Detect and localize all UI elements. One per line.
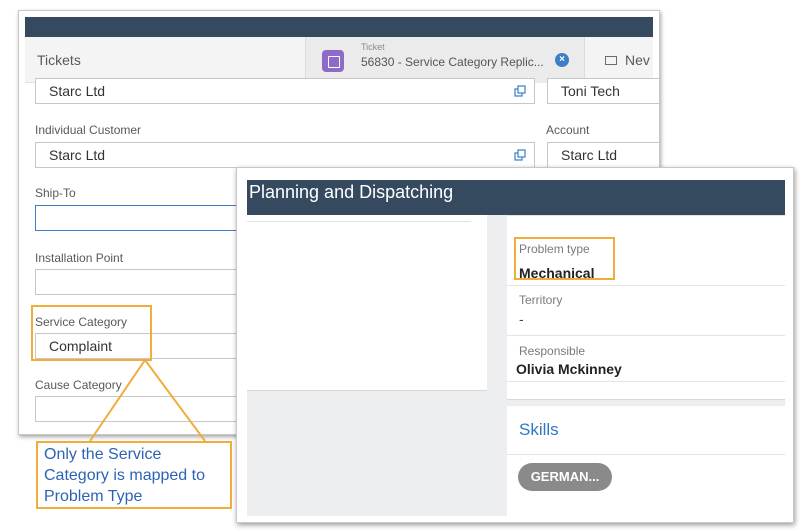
tab-title: 56830 - Service Category Replic... xyxy=(361,55,544,69)
responsible-label: Responsible xyxy=(519,344,586,358)
tab-new-label: Nev xyxy=(625,52,650,68)
grid-icon xyxy=(605,55,617,65)
shell-header-bar xyxy=(25,17,653,37)
ticket-icon xyxy=(322,50,344,72)
divider xyxy=(247,221,471,222)
skills-title: Skills xyxy=(519,420,559,439)
contact-value: Toni Tech xyxy=(561,83,620,99)
left-panel xyxy=(247,215,487,391)
territory-label: Territory xyxy=(519,293,563,307)
customer-value: Starc Ltd xyxy=(49,83,106,99)
account-value: Starc Ltd xyxy=(561,147,618,163)
cause-category-label: Cause Category xyxy=(35,378,122,392)
individual-customer-value: Starc Ltd xyxy=(49,147,106,163)
divider xyxy=(507,215,785,216)
account-label: Account xyxy=(546,123,590,137)
planning-dispatching-window: Planning and Dispatching Problem type Me… xyxy=(236,167,794,523)
divider xyxy=(507,454,785,455)
problem-type-highlight xyxy=(514,237,615,280)
tab-tickets[interactable]: Tickets xyxy=(37,37,81,83)
open-link-icon[interactable] xyxy=(514,149,526,161)
open-link-icon[interactable] xyxy=(514,85,526,97)
close-icon[interactable]: × xyxy=(555,53,569,67)
account-field[interactable]: Starc Ltd xyxy=(547,142,659,168)
service-category-highlight xyxy=(31,305,152,361)
individual-customer-field[interactable]: Starc Ltd xyxy=(35,142,535,168)
skill-pill[interactable]: GERMAN... xyxy=(518,463,612,491)
tab-new[interactable]: Nev xyxy=(605,37,650,83)
territory-value: - xyxy=(519,311,524,327)
skills-card: Skills GERMAN... xyxy=(507,406,785,516)
responsible-value[interactable]: Olivia Mckinney xyxy=(516,361,622,377)
divider xyxy=(507,381,785,382)
ship-to-label: Ship-To xyxy=(35,186,76,200)
installation-point-label: Installation Point xyxy=(35,251,124,265)
individual-customer-label: Individual Customer xyxy=(35,123,142,137)
tab-strip: Tickets Ticket 56830 - Service Category … xyxy=(25,37,653,83)
divider xyxy=(507,285,785,286)
customer-field[interactable]: Starc Ltd xyxy=(35,78,535,104)
divider xyxy=(507,335,785,336)
tab-ticket-56830[interactable]: Ticket 56830 - Service Category Replic..… xyxy=(305,37,585,83)
planning-dispatching-header: Planning and Dispatching xyxy=(247,180,785,215)
tab-kind-label: Ticket xyxy=(361,42,385,52)
background-area xyxy=(247,391,487,516)
background-area xyxy=(487,215,507,516)
contact-field[interactable]: Toni Tech xyxy=(547,78,659,104)
annotation-callout: Only the Service Category is mapped to P… xyxy=(36,441,232,509)
